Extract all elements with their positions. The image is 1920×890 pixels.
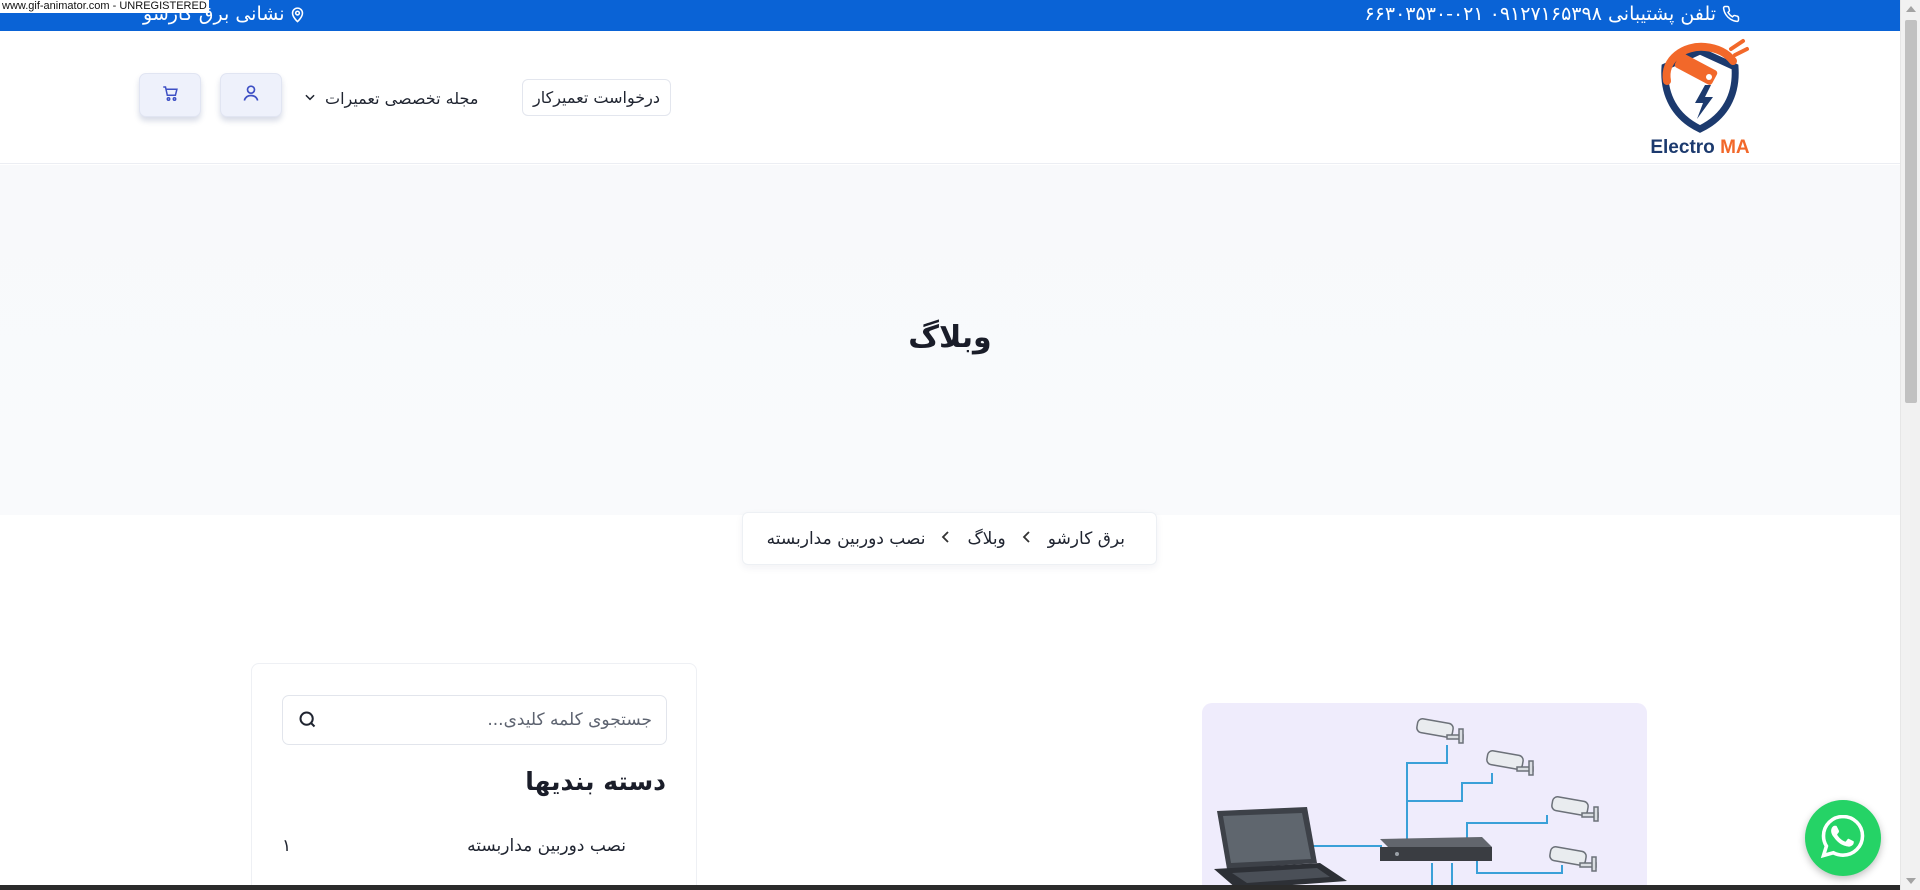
user-icon — [241, 83, 261, 107]
categories-title: دسته بندیها — [525, 767, 666, 796]
logo-shield-icon — [1661, 39, 1749, 133]
page-title: وبلاگ — [908, 320, 992, 355]
post-featured-image[interactable] — [1202, 703, 1647, 890]
laptop-icon — [1214, 807, 1347, 889]
scroll-down-icon[interactable] — [1906, 878, 1916, 884]
bottom-edge — [0, 885, 1900, 890]
scroll-up-icon[interactable] — [1906, 6, 1916, 12]
category-count: ۱ — [282, 836, 292, 856]
breadcrumb: برق کارشو وبلاگ نصب دوربین مداربسته — [742, 512, 1157, 565]
breadcrumb-blog[interactable]: وبلاگ — [967, 529, 1005, 549]
cart-button[interactable] — [139, 73, 201, 117]
account-button[interactable] — [220, 73, 282, 117]
breadcrumb-current: نصب دوربین مداربسته — [766, 528, 926, 549]
chevron-left-icon — [1022, 530, 1032, 547]
magazine-menu[interactable]: مجله تخصصی تعمیرات — [303, 81, 478, 115]
cart-icon — [161, 84, 179, 106]
cctv-network-illustration — [1214, 718, 1599, 890]
support-phones[interactable]: تلفن پشتیبانی ۰۹۱۲۷۱۶۵۳۹۸ ۰۲۱-۶۶۳۰۳۵۳۰ — [1364, 3, 1740, 25]
whatsapp-icon — [1817, 810, 1869, 866]
phone-icon — [1722, 5, 1740, 23]
magazine-menu-label: مجله تخصصی تعمیرات — [325, 88, 479, 108]
chevron-left-icon — [941, 530, 951, 547]
dvr-icon — [1380, 837, 1492, 861]
page-scrollbar[interactable] — [1900, 0, 1920, 890]
request-repairman-button[interactable]: درخواست تعمیرکار — [522, 79, 671, 116]
search-input[interactable] — [332, 696, 652, 744]
page-hero: وبلاگ — [0, 165, 1900, 515]
scrollbar-thumb[interactable] — [1905, 20, 1917, 403]
logo-wordmark: Electro MA — [1650, 137, 1750, 158]
site-logo[interactable]: Electro MA — [1645, 37, 1755, 159]
location-pin-icon — [289, 5, 306, 24]
search-icon[interactable] — [297, 709, 318, 734]
category-item[interactable]: نصب دوربین مداربسته — [467, 836, 626, 856]
whatsapp-button[interactable] — [1805, 800, 1881, 876]
search-box — [282, 695, 667, 745]
blog-sidebar: دسته بندیها نصب دوربین مداربسته ۱ — [251, 663, 697, 890]
breadcrumb-home[interactable]: برق کارشو — [1048, 529, 1125, 549]
chevron-down-icon — [303, 89, 317, 108]
site-header: Electro MA درخواست تعمیرکار مجله تخصصی ت… — [0, 31, 1900, 164]
watermark-text: www.gif-animator.com - UNREGISTERED — [0, 0, 209, 13]
support-phones-text: تلفن پشتیبانی ۰۹۱۲۷۱۶۵۳۹۸ ۰۲۱-۶۶۳۰۳۵۳۰ — [1364, 3, 1716, 25]
top-bar: تلفن پشتیبانی ۰۹۱۲۷۱۶۵۳۹۸ ۰۲۱-۶۶۳۰۳۵۳۰ ن… — [0, 0, 1900, 31]
